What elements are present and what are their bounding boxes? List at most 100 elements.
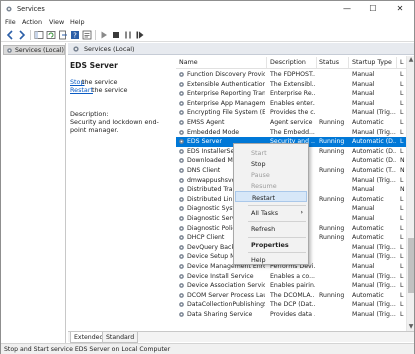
menu-item-pause[interactable]: Pause (235, 169, 307, 180)
restart-icon[interactable] (135, 30, 145, 40)
service-gear-icon (179, 81, 184, 87)
properties-icon[interactable] (82, 30, 92, 40)
tab-standard[interactable]: Standard (102, 332, 139, 343)
menu-item-properties-label: Properties (251, 241, 289, 249)
menu-item-help[interactable]: Help (235, 254, 307, 265)
menu-view[interactable]: View (49, 18, 64, 26)
minimize-button[interactable]: — (334, 1, 360, 17)
table-row[interactable]: Embedded Mode The Embedd... Manual (Trig..… (176, 128, 414, 138)
menu-item-refresh[interactable]: Refresh (235, 223, 307, 234)
table-row[interactable]: Enterprise Reporting Transf... Enterprise… (176, 89, 414, 99)
table-row[interactable]: DataCollectionPublishingSe... The DCP (Da… (176, 300, 414, 310)
restart-service-link[interactable]: Restart (70, 86, 93, 94)
table-row[interactable]: Enterprise App Managemen... Enables enter… (176, 99, 414, 109)
submenu-arrow-icon: › (300, 209, 303, 216)
service-gear-icon (179, 177, 184, 183)
table-row[interactable]: Function Discovery Provide... The FDPHOST… (176, 70, 414, 80)
cell-startup: Manual (Trig... (352, 253, 396, 261)
service-gear-icon (179, 312, 184, 317)
close-button[interactable]: ✕ (387, 1, 413, 17)
vertical-scrollbar[interactable]: ▲ ▼ (406, 56, 414, 331)
column-header-row: Name Description Status Startup Type L (176, 56, 414, 69)
cell-description: Provides data ... (270, 311, 315, 318)
table-row[interactable]: DCOM Server Process Laun... The DCOMLA...… (176, 291, 414, 301)
menu-item-help-label: Help (251, 256, 266, 264)
description-text: Security and lockdown end-point manager. (70, 118, 159, 134)
cell-status: Running (319, 234, 345, 242)
table-row[interactable]: Device Association Service Enables pairin… (176, 281, 414, 291)
back-icon[interactable] (5, 30, 15, 40)
column-header-startup-type[interactable]: Startup Type (352, 59, 392, 66)
scroll-up-icon[interactable]: ▲ (407, 56, 415, 64)
menu-item-all-tasks[interactable]: All Tasks › (235, 207, 307, 218)
cell-name: EMSS Agent (187, 119, 225, 126)
menu-divider (248, 237, 306, 238)
menu-item-restart[interactable]: Restart (235, 191, 307, 202)
menu-item-start[interactable]: Start (235, 147, 307, 158)
export-icon[interactable] (58, 30, 68, 40)
cell-name: Data Sharing Service (187, 311, 253, 318)
cell-startup: Automatic (352, 224, 384, 232)
menu-item-resume[interactable]: Resume (235, 180, 307, 191)
forward-icon[interactable] (17, 30, 27, 40)
column-header-name[interactable]: Name (179, 59, 198, 66)
cell-description: Provides the c... (270, 109, 315, 117)
cell-startup: Automatic (352, 119, 384, 126)
service-gear-icon (179, 225, 184, 231)
menu-item-properties[interactable]: Properties (235, 239, 307, 250)
menu-file[interactable]: File (5, 18, 16, 26)
svg-text:?: ? (73, 32, 77, 40)
play-icon[interactable] (99, 30, 109, 40)
cell-name: Extensible Authentication P... (187, 80, 265, 88)
scroll-down-icon[interactable]: ▼ (407, 323, 415, 331)
cell-startup: Manual (Trig... (352, 176, 396, 184)
menu-item-stop-label: Stop (251, 160, 266, 168)
table-row[interactable]: Device Install Service Enables a co... Man… (176, 272, 414, 282)
status-bar: Stop and Start service EDS Server on Loc… (1, 343, 414, 354)
menu-action[interactable]: Action (22, 18, 42, 26)
cell-name: Enterprise Reporting Transf... (187, 90, 265, 98)
cell-startup: Automatic (D... (352, 157, 396, 165)
menu-item-stop[interactable]: Stop (235, 158, 307, 169)
console-tree-icon[interactable] (34, 30, 44, 40)
menu-item-restart-label: Restart (252, 194, 275, 202)
scrollbar-thumb[interactable] (408, 238, 414, 293)
table-row[interactable]: Extensible Authentication P... The Extens… (176, 80, 414, 90)
service-gear-icon (179, 110, 184, 116)
services-window: Services — ☐ ✕ File Action View Help ? S… (0, 0, 415, 354)
column-separator[interactable] (396, 57, 397, 68)
help-icon[interactable]: ? (70, 30, 80, 40)
service-gear-icon (179, 292, 184, 298)
cell-status: Running (319, 195, 345, 203)
stop-icon[interactable] (111, 30, 121, 40)
cell-startup: Automatic (352, 195, 384, 203)
column-separator[interactable] (266, 57, 267, 68)
maximize-button[interactable]: ☐ (360, 1, 386, 17)
cell-startup: Manual (Trig... (352, 301, 396, 309)
tree-node-services-local[interactable]: Services (Local) (3, 45, 65, 55)
cell-status: Running (319, 224, 345, 232)
refresh-icon[interactable] (46, 30, 56, 40)
column-separator[interactable] (316, 57, 317, 68)
toolbar: ? (1, 28, 414, 42)
cell-name: Enterprise App Managemen... (187, 99, 265, 107)
view-tabs: Extended Standard (68, 331, 414, 343)
column-header-description[interactable]: Description (270, 59, 306, 66)
service-gear-icon (179, 283, 184, 289)
pause-icon[interactable] (123, 30, 133, 40)
table-row[interactable]: EMSS Agent Agent service ... Running Automa… (176, 118, 414, 128)
menu-help[interactable]: Help (70, 18, 85, 26)
service-gear-icon (179, 216, 184, 221)
cell-description: Enterprise Re... (270, 90, 315, 98)
cell-startup: Automatic (352, 234, 384, 242)
column-header-status[interactable]: Status (319, 59, 339, 66)
table-row[interactable]: Data Sharing Service Provides data ... Man… (176, 310, 414, 320)
table-row[interactable]: Encrypting File System (EFS) Provides the… (176, 108, 414, 118)
service-gear-icon (179, 120, 184, 125)
column-separator[interactable] (348, 57, 349, 68)
column-header-logon[interactable]: L (400, 59, 404, 66)
cell-startup: Manual (Trig... (352, 128, 396, 136)
cell-status: Running (319, 167, 345, 174)
cell-name: Encrypting File System (EFS) (187, 109, 265, 117)
menu-item-all-tasks-label: All Tasks (251, 209, 279, 217)
